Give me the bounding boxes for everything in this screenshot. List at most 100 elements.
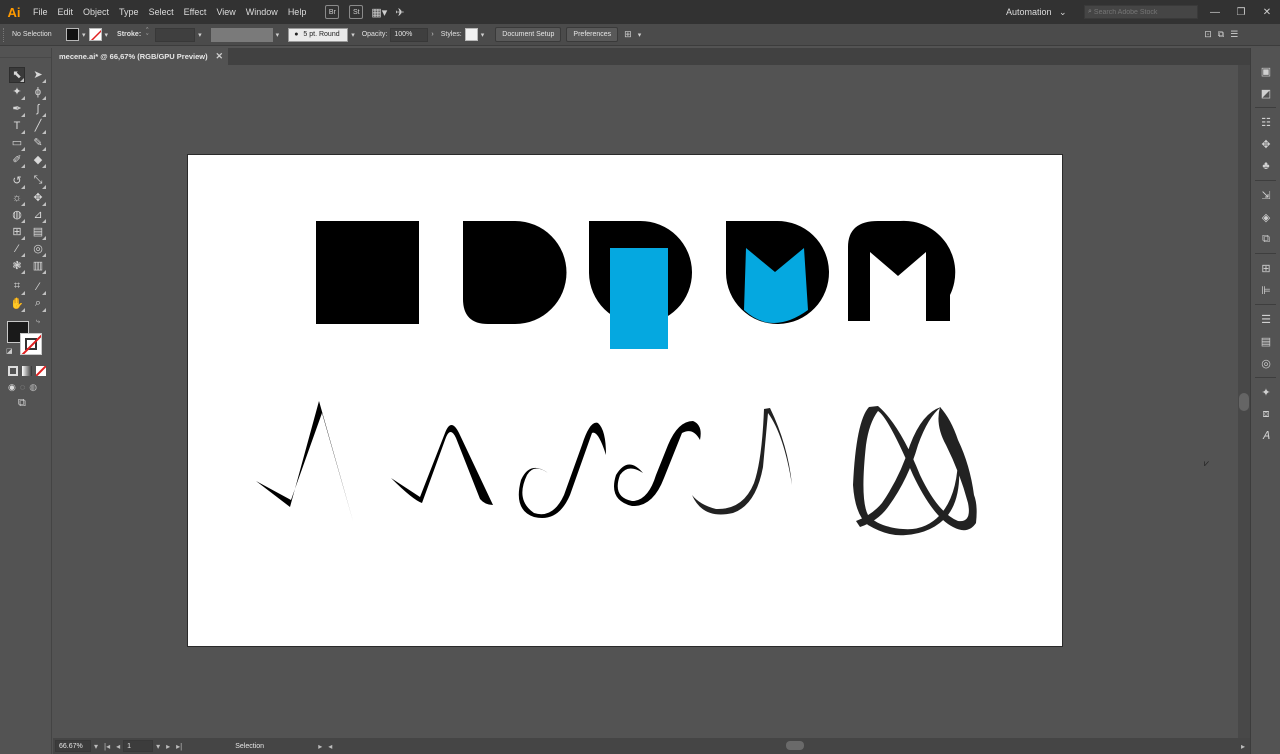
artboard-tool-icon[interactable]: ⌗ xyxy=(9,279,25,295)
stock-search[interactable]: ⌕ xyxy=(1084,5,1198,19)
menu-select[interactable]: Select xyxy=(144,0,179,24)
vertical-scroll-thumb[interactable] xyxy=(1239,393,1249,411)
search-input[interactable] xyxy=(1093,8,1194,16)
eraser-tool-icon[interactable]: ◆ xyxy=(30,152,46,168)
artboards-panel-icon[interactable]: ⧉ xyxy=(1251,228,1280,250)
pathfinder-panel-icon[interactable]: ⧈ xyxy=(1251,403,1280,425)
shape-rounded-u[interactable] xyxy=(463,221,567,324)
next-artboard-icon[interactable]: ▸ xyxy=(166,742,170,751)
asset-export-panel-icon[interactable]: ⇲ xyxy=(1251,184,1280,206)
opacity-arrow-icon[interactable]: › xyxy=(431,31,433,38)
shape-builder-tool-icon[interactable]: ◍ xyxy=(9,207,25,223)
variable-width-profile[interactable] xyxy=(210,27,273,42)
column-graph-tool-icon[interactable]: ▥ xyxy=(30,258,46,274)
rectangle-tool-icon[interactable]: ▭ xyxy=(9,135,25,151)
slice-tool-icon[interactable]: ⁄ xyxy=(30,279,46,295)
previous-artboard-icon[interactable]: ◂ xyxy=(116,742,120,751)
menu-view[interactable]: View xyxy=(211,0,240,24)
bridge-button[interactable]: Br xyxy=(325,5,340,19)
libraries-panel-icon[interactable]: ◩ xyxy=(1251,82,1280,104)
fill-swatch[interactable] xyxy=(66,28,79,41)
align-panel-icon[interactable]: ⊫ xyxy=(1251,279,1280,301)
scroll-left-icon[interactable]: ◂ xyxy=(328,742,332,751)
puppet-warp-tool-icon[interactable]: ✥ xyxy=(30,190,46,206)
menu-file[interactable]: File xyxy=(28,0,53,24)
eyedropper-tool-icon[interactable]: ⁄ xyxy=(9,241,25,257)
blend-tool-icon[interactable]: ◎ xyxy=(30,241,46,257)
type-tool-icon[interactable]: T xyxy=(9,118,25,134)
magic-wand-tool-icon[interactable]: ✦ xyxy=(9,84,25,100)
menu-effect[interactable]: Effect xyxy=(179,0,212,24)
swap-fill-stroke-icon[interactable]: ⤷ xyxy=(36,318,40,326)
menu-window[interactable]: Window xyxy=(241,0,283,24)
isolate-icon[interactable]: ⧉ xyxy=(1218,29,1224,40)
default-colors-icon[interactable]: ◪ xyxy=(6,347,13,355)
stroke-dropdown-icon[interactable]: ▾ xyxy=(105,31,109,39)
zoom-field[interactable]: 66.67% xyxy=(55,740,91,752)
paintbrush-tool-icon[interactable]: ✎ xyxy=(30,135,46,151)
pen-tool-icon[interactable]: ✒ xyxy=(9,101,25,117)
shape-blue-bar[interactable] xyxy=(610,248,668,349)
document-setup-button[interactable]: Document Setup xyxy=(495,27,562,42)
opacity-field[interactable]: 100% xyxy=(390,27,429,42)
stroke-zigzag-1[interactable] xyxy=(256,401,353,521)
close-window-button[interactable]: ✕ xyxy=(1254,0,1280,24)
artboard-dropdown-icon[interactable]: ▾ xyxy=(156,742,160,751)
mesh-tool-icon[interactable]: ⊞ xyxy=(9,224,25,240)
arrange-icon[interactable]: ⊞ xyxy=(624,29,632,40)
screen-mode-icon[interactable]: ⧉ xyxy=(18,397,26,409)
menu-object[interactable]: Object xyxy=(78,0,114,24)
rotate-tool-icon[interactable]: ↺ xyxy=(9,173,25,189)
preferences-button[interactable]: Preferences xyxy=(566,27,619,42)
profile-dropdown-icon[interactable]: ▾ xyxy=(276,31,280,39)
stroke-color-box[interactable] xyxy=(20,333,42,355)
first-artboard-icon[interactable]: |◂ xyxy=(104,742,110,751)
canvas-area[interactable]: ⩗ xyxy=(53,65,1250,738)
shape-half-circle-m[interactable] xyxy=(848,220,956,321)
scroll-right-icon[interactable]: ▸ xyxy=(1241,742,1245,751)
stroke-weight-dropdown-icon[interactable]: ▾ xyxy=(198,31,202,39)
last-artboard-icon[interactable]: ▸| xyxy=(176,742,182,751)
gradient-panel-icon[interactable]: ▤ xyxy=(1251,330,1280,352)
gradient-tool-icon[interactable]: ▤ xyxy=(30,224,46,240)
document-tab[interactable]: mecene.ai* @ 66,67% (RGB/GPU Preview) ✕ xyxy=(52,48,228,65)
stroke-curve-5[interactable] xyxy=(692,408,792,515)
tab-close-icon[interactable]: ✕ xyxy=(215,51,223,62)
scale-tool-icon[interactable]: ⤡ xyxy=(30,173,46,189)
workspace-switcher[interactable]: Automation ⌄ xyxy=(1006,0,1067,24)
fill-dropdown-icon[interactable]: ▾ xyxy=(82,31,86,39)
artboard[interactable] xyxy=(187,154,1063,647)
symbol-sprayer-tool-icon[interactable]: ❃ xyxy=(9,258,25,274)
none-mode-icon[interactable] xyxy=(36,366,46,376)
shape-square[interactable] xyxy=(316,221,419,324)
minimize-button[interactable]: — xyxy=(1202,0,1228,24)
lasso-tool-icon[interactable]: ϕ xyxy=(30,84,46,100)
brush-definition[interactable]: ● 5 pt. Round xyxy=(288,27,349,42)
arrange-documents-icon[interactable]: ▦▾ xyxy=(371,6,387,19)
transform-icon[interactable]: ⊡ xyxy=(1204,29,1212,40)
gradient-mode-icon[interactable] xyxy=(22,366,32,376)
line-tool-icon[interactable]: ╱ xyxy=(30,118,46,134)
perspective-grid-tool-icon[interactable]: ⊿ xyxy=(30,207,46,223)
brush-dropdown-icon[interactable]: ▾ xyxy=(351,31,355,39)
styles-dropdown-icon[interactable]: ▾ xyxy=(481,31,485,39)
stroke-curve-3[interactable] xyxy=(518,422,606,519)
color-mode-icon[interactable] xyxy=(8,366,18,376)
properties-panel-icon[interactable]: ▣ xyxy=(1251,60,1280,82)
draw-inside-icon[interactable]: ◍ xyxy=(29,382,37,393)
character-panel-icon[interactable]: 𝐴 xyxy=(1251,425,1280,447)
styles-swatch[interactable] xyxy=(464,28,478,41)
zoom-dropdown-icon[interactable]: ▾ xyxy=(94,742,98,751)
selection-tool-icon[interactable]: ⬉ xyxy=(9,66,25,83)
appearance-panel-icon[interactable]: ◎ xyxy=(1251,352,1280,374)
gpu-performance-icon[interactable]: ✈ xyxy=(395,6,404,19)
direct-selection-tool-icon[interactable]: ➤ xyxy=(30,67,46,83)
symbols-panel-icon[interactable]: ♣ xyxy=(1251,155,1280,177)
panel-menu-icon[interactable]: ☰ xyxy=(1230,29,1238,40)
artboard-number-field[interactable]: 1 xyxy=(123,740,154,752)
vertical-scrollbar[interactable] xyxy=(1238,65,1250,738)
restore-button[interactable]: ❐ xyxy=(1228,0,1254,24)
horizontal-scroll-thumb[interactable] xyxy=(786,741,804,750)
zoom-tool-icon[interactable]: ⌕ xyxy=(30,296,46,312)
hand-tool-icon[interactable]: ✋ xyxy=(9,296,25,312)
